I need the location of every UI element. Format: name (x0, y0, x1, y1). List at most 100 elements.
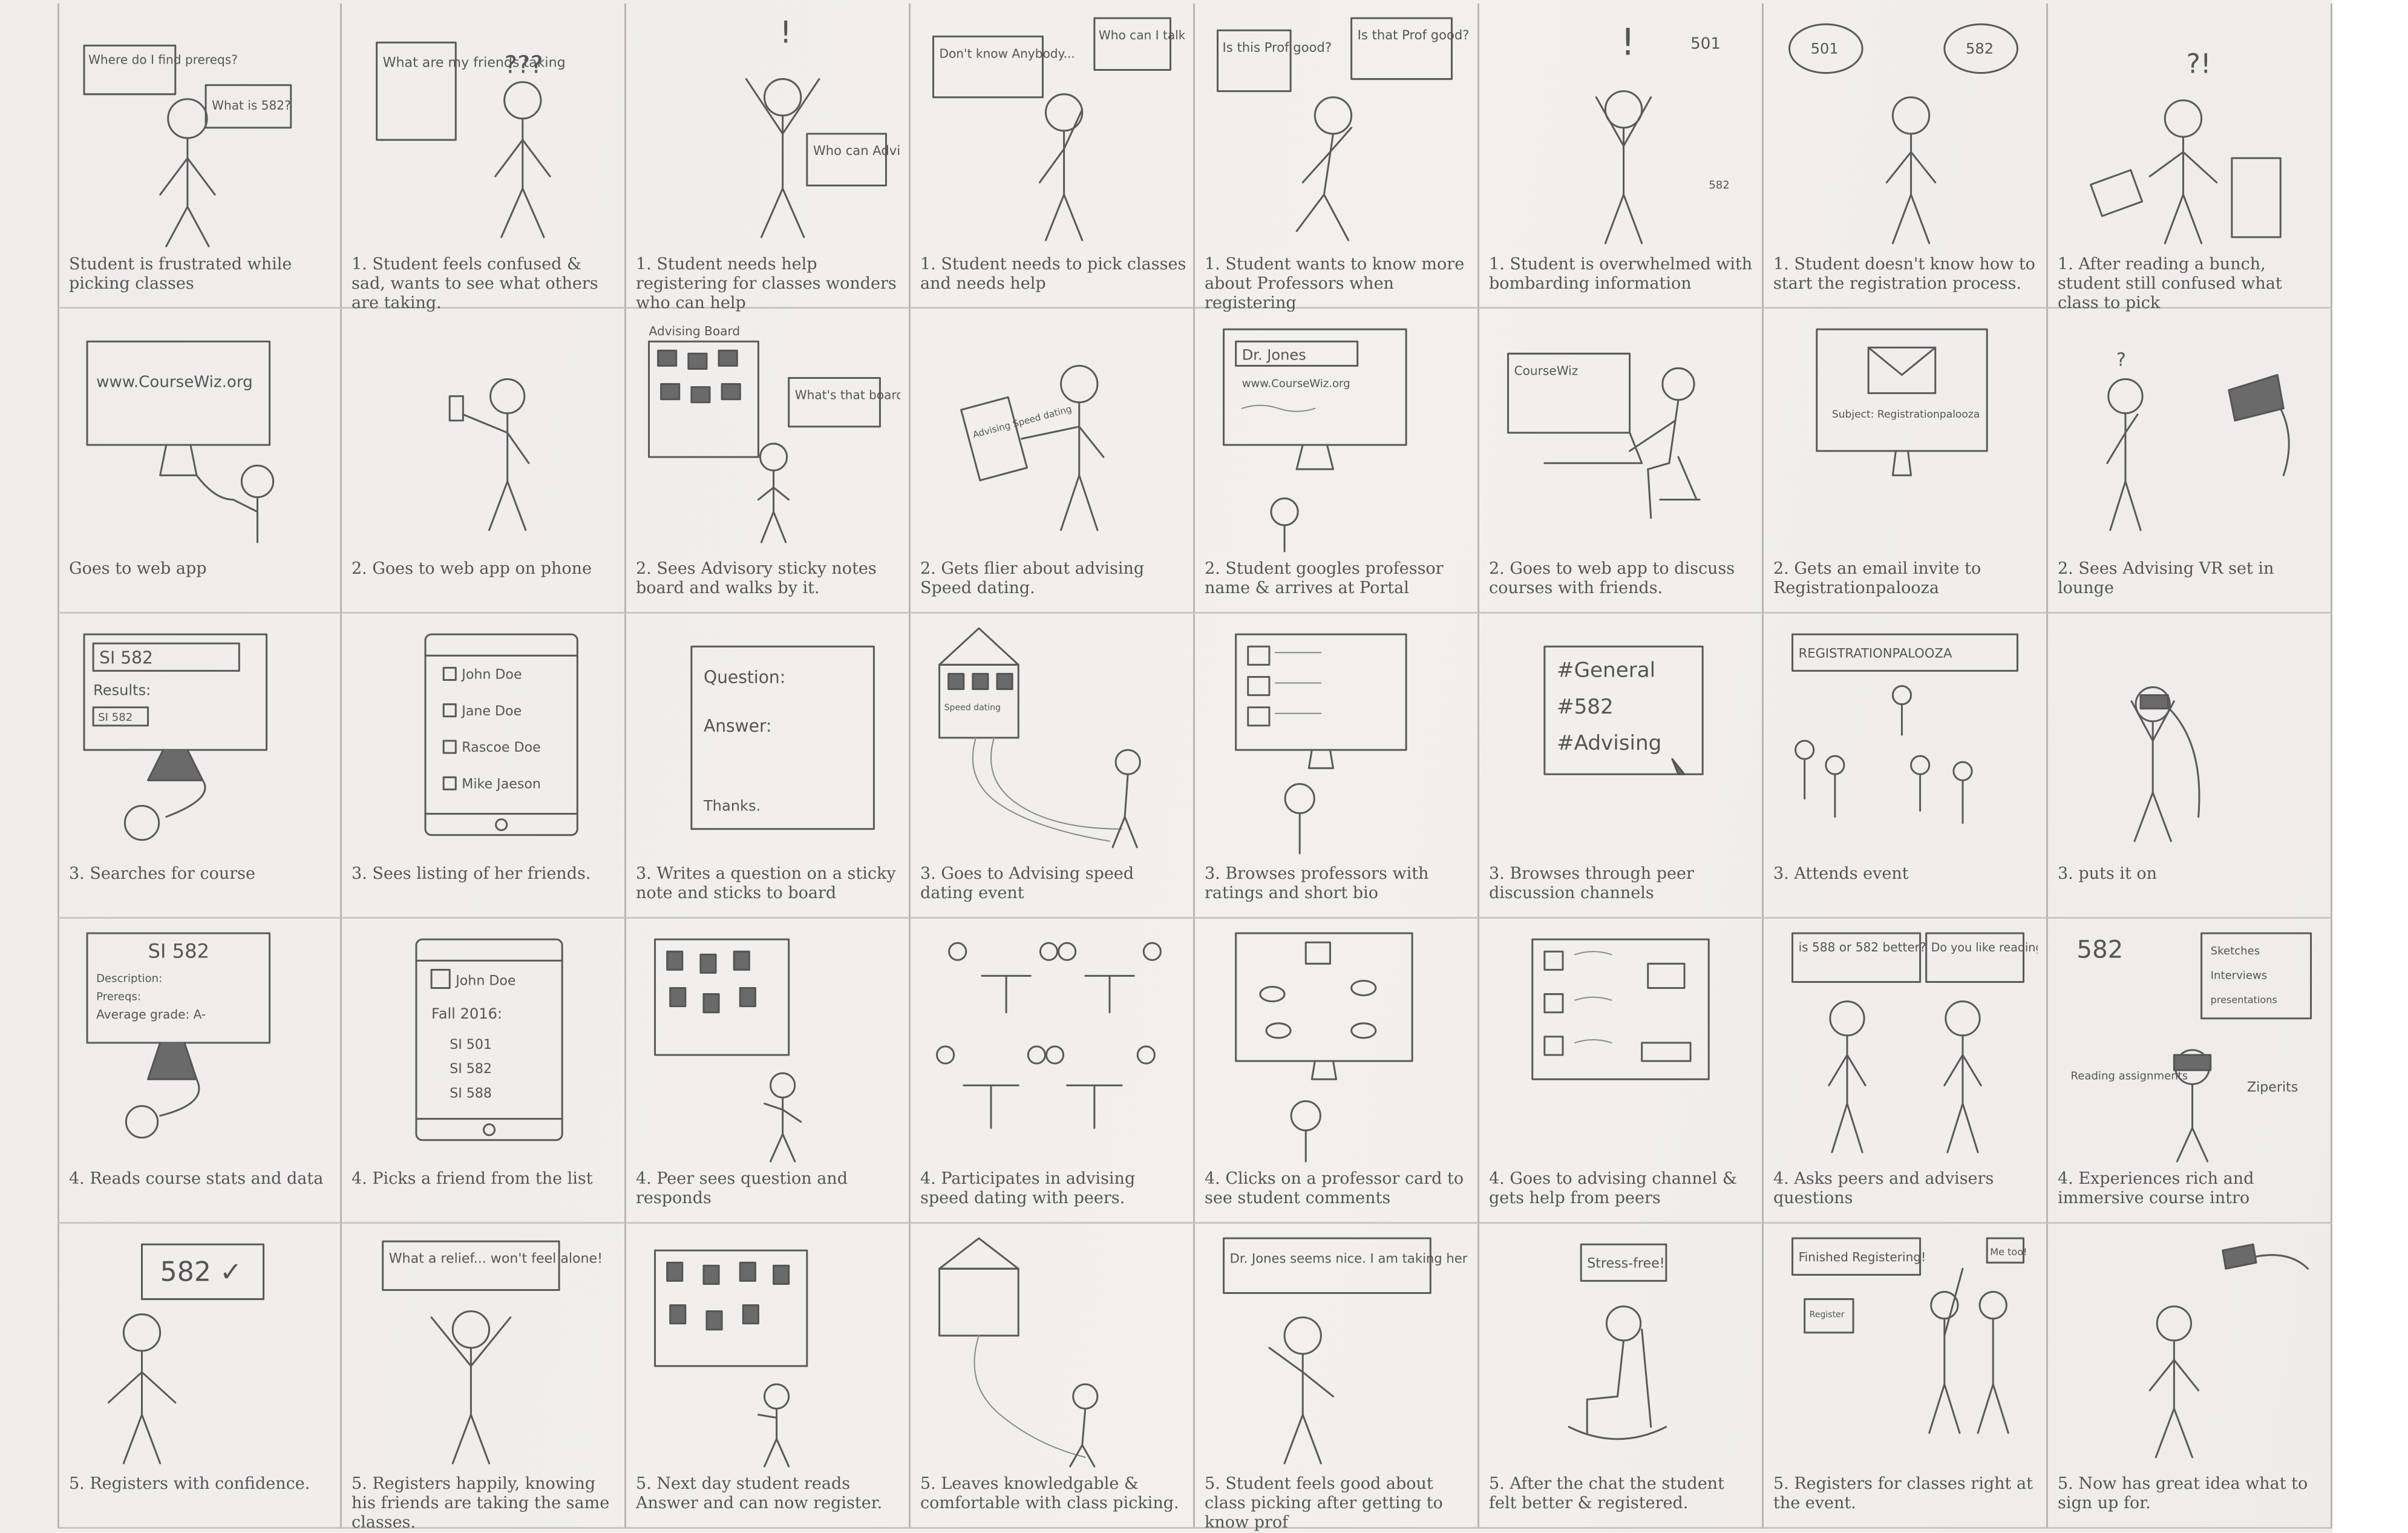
panel-caption: 2. Goes to web app to discuss courses wi… (1489, 559, 1735, 597)
panel-sketch: What a relief... won't feel alone! (350, 1232, 616, 1469)
lonely-student-sketch: Don't know Anybody... Who can I talk to? (932, 17, 1208, 241)
panel-sketch: www.CourseWiz.org (68, 317, 332, 554)
svg-text:Me too!: Me too! (1990, 1246, 2027, 1258)
friend-profile-phone-sketch: John Doe Fall 2016: SI 501 SI 582 SI 588 (415, 938, 563, 1141)
panel-3-5: 3. Browses professors with ratings and s… (1195, 614, 1479, 919)
svg-text:Don't know Anybody...: Don't know Anybody... (940, 46, 1075, 61)
panel-caption: 1. Student needs help registering for cl… (636, 255, 897, 312)
svg-text:Average grade: A-: Average grade: A- (96, 1007, 206, 1022)
panel-2-2: 2. Goes to web app on phone (342, 309, 626, 614)
panel-caption: 5. Student feels good about class pickin… (1205, 1474, 1443, 1532)
svg-text:Prereqs:: Prereqs: (96, 991, 141, 1003)
panel-caption: 5. After the chat the student felt bette… (1489, 1474, 1724, 1512)
svg-text:#Advising: #Advising (1557, 731, 1661, 755)
professor-question-sketch: Is this Prof good? Is that Prof good? (1216, 17, 1470, 241)
panel-caption: 5. Now has great idea what to sign up fo… (2058, 1474, 2308, 1512)
happy-student-sketch: What a relief... won't feel alone! (382, 1240, 603, 1465)
panel-caption: 5. Next day student reads Answer and can… (636, 1474, 883, 1512)
panel-2-7: Subject: Registrationpalooza 2. Gets an … (1764, 309, 2048, 614)
svg-text:Stress-free!: Stress-free! (1587, 1255, 1664, 1271)
panel-sketch: SI 582 Results: SI 582 (68, 622, 332, 859)
panel-5-6: Stress-free! 5. After the chat the stude… (1479, 1224, 1764, 1529)
panel-sketch: 501 582 (1772, 12, 2038, 249)
svg-text:Is that Prof good?: Is that Prof good? (1358, 27, 1469, 42)
svg-text:John Doe: John Doe (460, 666, 522, 682)
panel-caption: 2. Gets an email invite to Registrationp… (1773, 559, 1981, 597)
panel-4-4: 4. Participates in advising speed dating… (911, 919, 1195, 1224)
svg-text:www.CourseWiz.org: www.CourseWiz.org (96, 373, 253, 392)
immersive-course-intro-sketch: 582 Sketches Interviews presentations Re… (2071, 932, 2312, 1163)
panel-caption: 4. Participates in advising speed dating… (920, 1169, 1136, 1207)
svg-text:Sketches: Sketches (2211, 945, 2260, 957)
panel-3-8: 3. puts it on (2048, 614, 2332, 919)
course-stats-monitor-sketch: SI 582 Description: Prereqs: Average gra… (86, 932, 271, 1139)
professor-ratings-monitor-sketch (1235, 633, 1407, 855)
panel-sketch (1488, 927, 1753, 1164)
panel-1-7: 501 582 1. Student doesn't know how to s… (1764, 4, 2048, 309)
phone-user-sketch (448, 378, 530, 531)
svg-text:Advising Board: Advising Board (649, 324, 741, 338)
svg-text:What's that board?: What's that board? (795, 388, 900, 402)
panel-5-7: Finished Registering! Me too! Register 5… (1764, 1224, 2048, 1529)
svg-text:Jane Doe: Jane Doe (460, 703, 522, 719)
panel-3-4: Speed dating 3. Goes to Advising speed d… (911, 614, 1195, 919)
panel-3-2: John Doe Jane Doe Rascoe Doe Mike Jaeson… (342, 614, 626, 919)
panel-2-8: ? 2. Sees Advising VR set in lounge (2048, 309, 2332, 614)
panel-2-6: CourseWiz 2. Goes to web app to discuss … (1479, 309, 1764, 614)
panel-sketch (1203, 622, 1469, 859)
svg-text:Question:: Question: (704, 668, 785, 688)
panel-4-3: 4. Peer sees question and responds (626, 919, 911, 1224)
svg-text:?!: ?! (2186, 49, 2211, 80)
panel-5-3: 5. Next day student reads Answer and can… (626, 1224, 911, 1529)
panel-sketch (635, 1232, 900, 1469)
peer-responds-board-sketch (654, 938, 802, 1163)
panel-1-8: ?! 1. After reading a bunch, student sti… (2048, 4, 2332, 312)
svg-text:Interviews: Interviews (2211, 969, 2267, 982)
svg-text:www.CourseWiz.org: www.CourseWiz.org (1242, 378, 1350, 390)
panel-sketch: Dr. Jones www.CourseWiz.org (1203, 317, 1469, 554)
svg-text:Fall 2016:: Fall 2016: (431, 1005, 502, 1022)
storyboard-paper: Where do I find prereqs? What is 582? St… (0, 0, 2408, 1533)
panel-4-2: John Doe Fall 2016: SI 501 SI 582 SI 588… (342, 919, 626, 1224)
panel-caption: 3. Sees listing of her friends. (352, 864, 591, 883)
panel-sketch: CourseWiz (1488, 317, 1753, 554)
svg-text:582: 582 (2077, 936, 2124, 963)
vr-headset-sketch: ? (2106, 349, 2290, 531)
panel-sketch (635, 927, 900, 1164)
svg-text:582 ✓: 582 ✓ (160, 1256, 243, 1287)
svg-text:SI 582: SI 582 (99, 648, 153, 668)
frustrated-student-sketch: Where do I find prereqs? What is 582? (83, 44, 292, 248)
panel-sketch (1203, 927, 1469, 1164)
svg-text:SI 501: SI 501 (450, 1037, 492, 1052)
thinking-student-sketch: 501 582 (1788, 23, 2018, 245)
panel-3-3: Question: Answer: Thanks. 3. Writes a qu… (626, 614, 911, 919)
panel-sketch: Advising Board What's that board? (635, 317, 911, 554)
svg-text:582: 582 (1966, 40, 1994, 57)
panel-caption: 5. Registers for classes right at the ev… (1773, 1474, 2033, 1512)
overwhelmed-student-sketch: ! 501 582 (1595, 21, 1730, 245)
panel-5-2: What a relief... won't feel alone! 5. Re… (342, 1224, 626, 1532)
svg-text:SI 582: SI 582 (148, 939, 209, 962)
panel-caption: Student is frustrated while picking clas… (69, 255, 292, 293)
svg-text:Speed dating: Speed dating (944, 703, 1001, 713)
svg-text:CourseWiz: CourseWiz (1514, 363, 1579, 378)
panel-sketch: ! Who can Advice me (635, 12, 940, 249)
svg-text:501: 501 (1690, 34, 1721, 53)
panel-sketch: REGISTRATIONPALOOZA (1772, 622, 2038, 859)
panel-4-8: 582 Sketches Interviews presentations Re… (2048, 919, 2332, 1224)
svg-text:SI 588: SI 588 (450, 1085, 492, 1101)
panel-sketch: 582 Sketches Interviews presentations Re… (2056, 927, 2322, 1164)
panel-caption: 1. Student doesn't know how to start the… (1773, 255, 2035, 293)
panel-caption: 4. Asks peers and advisers questions (1773, 1169, 1994, 1207)
svg-text:Dr. Jones seems nice. I am tak: Dr. Jones seems nice. I am taking her cl… (1230, 1250, 1469, 1265)
panel-sketch: ?! (2056, 12, 2322, 249)
email-invite-monitor-sketch: Subject: Registrationpalooza (1816, 328, 1988, 476)
panel-caption: 4. Clicks on a professor card to see stu… (1205, 1169, 1464, 1207)
panel-sketch: Question: Answer: Thanks. (635, 622, 900, 859)
svg-text:Who can I talk to?: Who can I talk to? (1099, 28, 1185, 42)
panel-sketch: 582 ✓ (68, 1232, 332, 1469)
discussion-channels-screen-sketch: #General #582 #Advising (1543, 645, 1704, 775)
panel-2-3: Advising Board What's that board? 2. See… (626, 309, 911, 614)
panel-caption: 4. Picks a friend from the list (352, 1169, 593, 1188)
svg-text:501: 501 (1811, 40, 1839, 57)
